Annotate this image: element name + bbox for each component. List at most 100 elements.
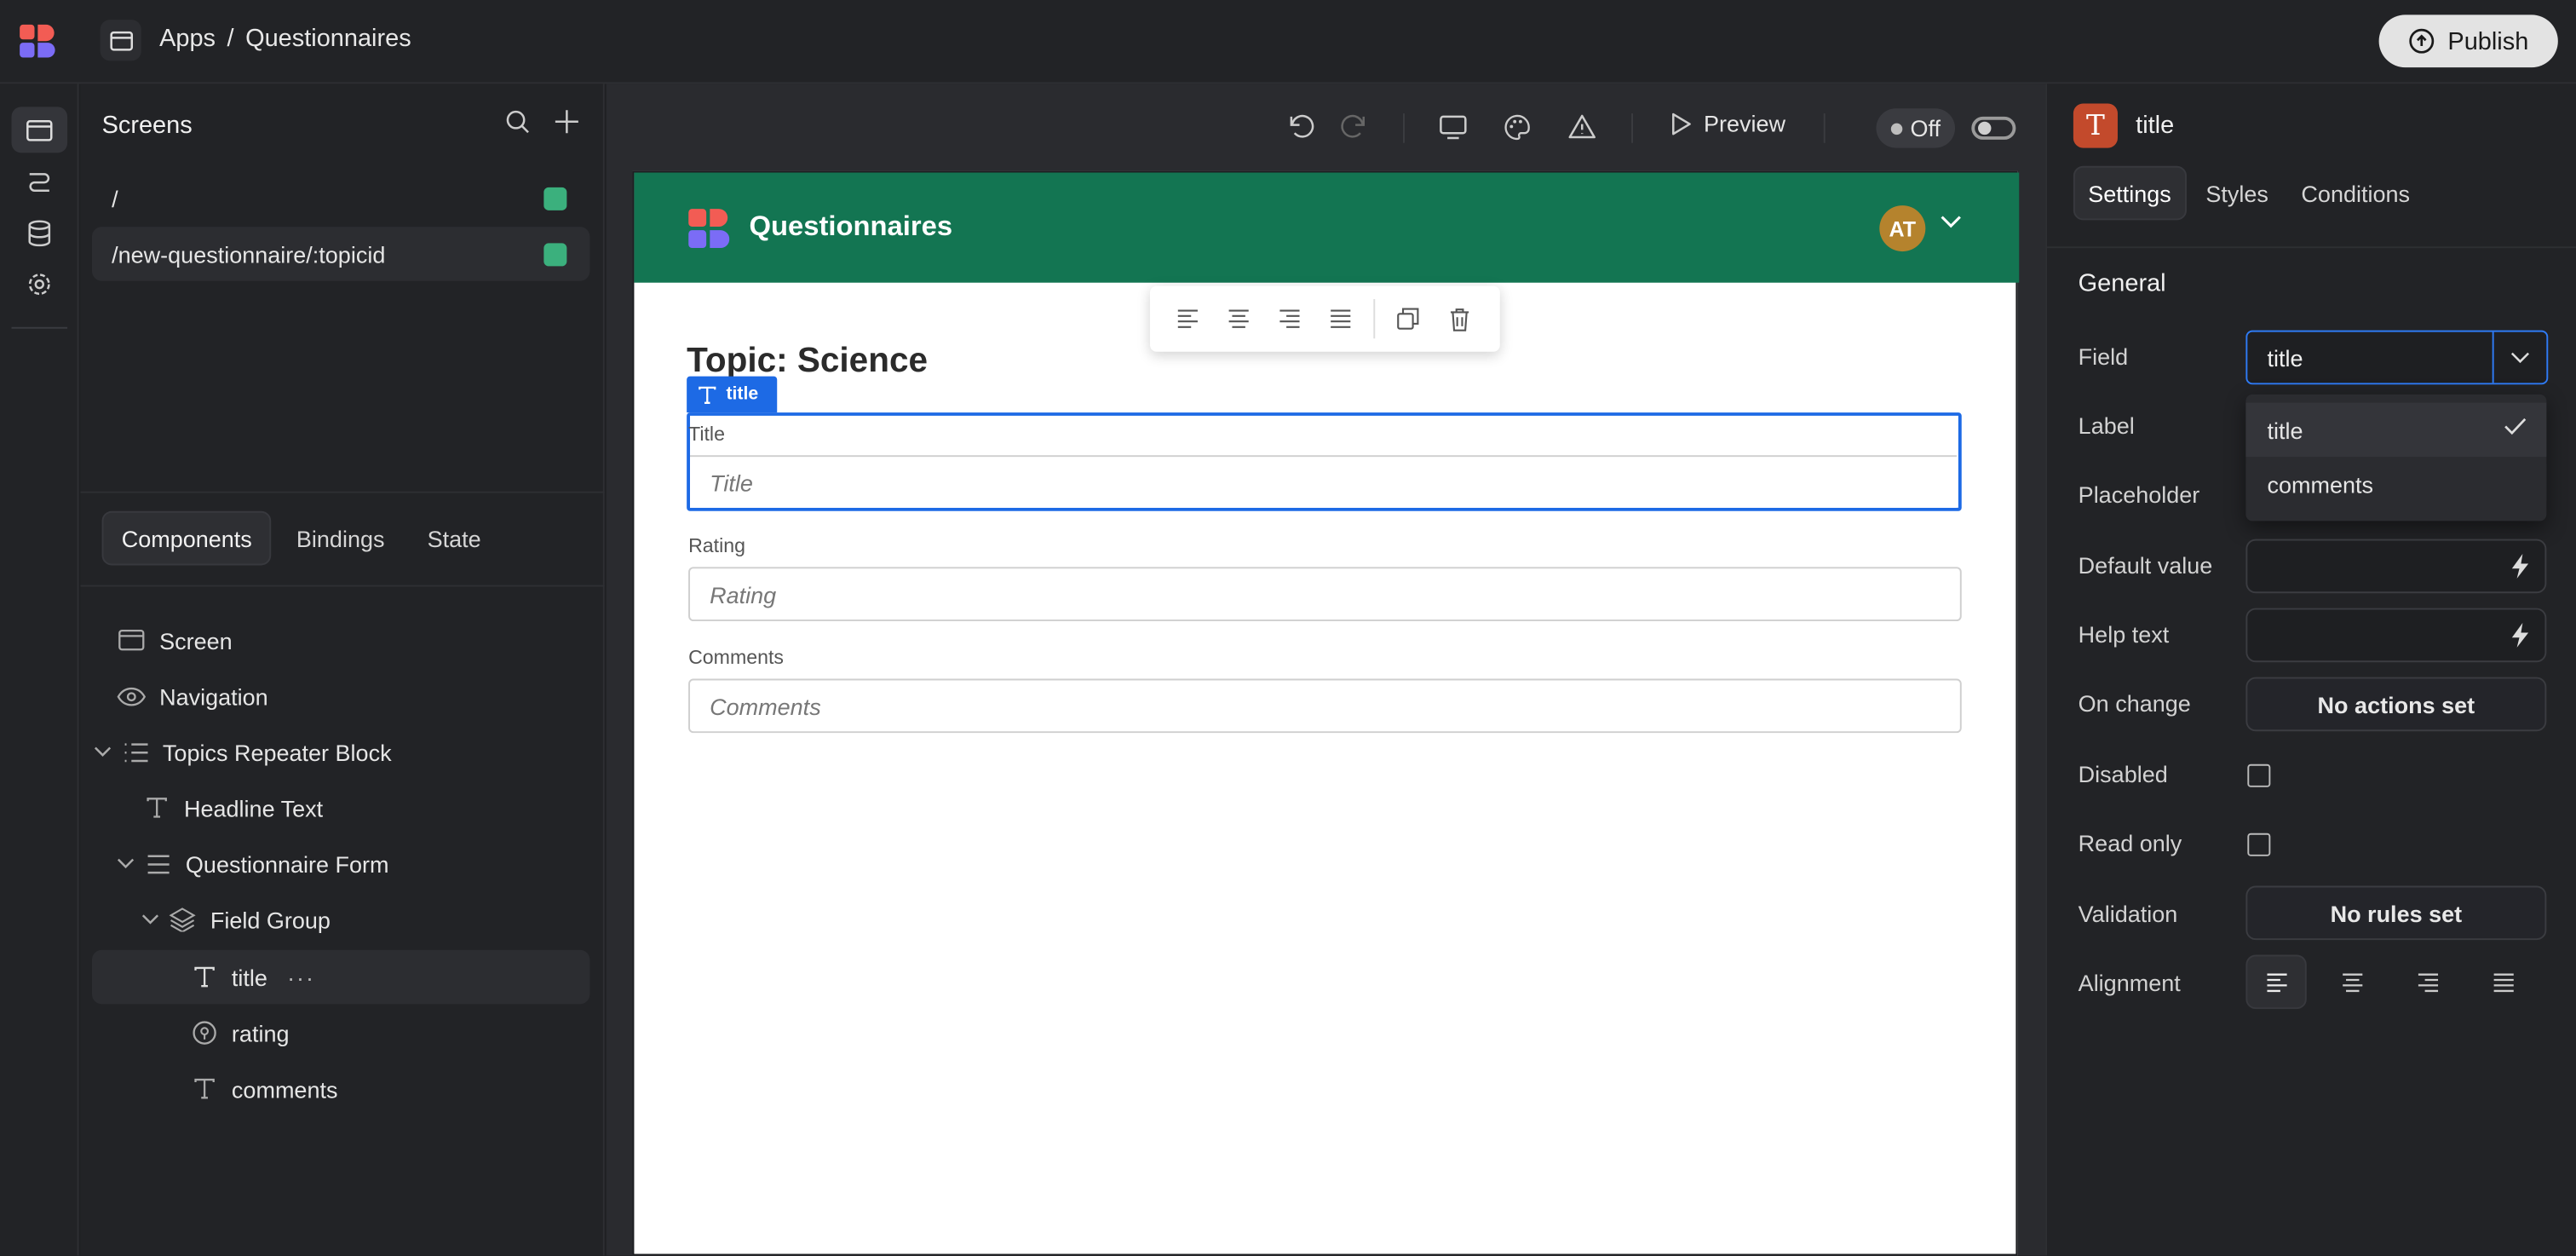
toolbar-divider bbox=[1823, 113, 1826, 143]
align-left-icon[interactable] bbox=[1173, 304, 1203, 334]
selected-component-tag[interactable]: title bbox=[687, 376, 778, 413]
tree-item-label: Headline Text bbox=[184, 794, 324, 821]
topic-heading: Topic: Science bbox=[687, 342, 928, 380]
route-new-questionnaire[interactable]: /new-questionnaire/:topicid bbox=[92, 227, 590, 281]
align-justify-icon[interactable] bbox=[1325, 304, 1355, 334]
align-right-button[interactable] bbox=[2397, 955, 2458, 1010]
help-text-label: Help text bbox=[2078, 621, 2170, 648]
help-text-input[interactable] bbox=[2245, 608, 2547, 663]
publish-button[interactable]: Publish bbox=[2378, 14, 2558, 68]
rail-data-button[interactable] bbox=[12, 210, 68, 256]
tab-bindings[interactable]: Bindings bbox=[279, 511, 403, 566]
comments-input[interactable]: Comments bbox=[688, 678, 1962, 734]
align-center-button[interactable] bbox=[2321, 955, 2382, 1010]
chevron-down-icon[interactable] bbox=[141, 909, 161, 929]
align-right-icon bbox=[2417, 972, 2438, 992]
align-justify-button[interactable] bbox=[2473, 955, 2533, 1010]
title-input[interactable]: Title bbox=[690, 455, 1957, 508]
align-right-icon[interactable] bbox=[1275, 304, 1305, 334]
tree-item-field-group[interactable]: Field Group bbox=[141, 892, 331, 947]
tree-item-label: Screen bbox=[159, 626, 233, 654]
left-panel: Screens / /new-questionnaire/:topicid Co… bbox=[80, 84, 605, 1256]
chevron-down-icon[interactable] bbox=[94, 742, 113, 762]
tab-styles[interactable]: Styles bbox=[2193, 166, 2281, 221]
preview-button[interactable]: Preview bbox=[1670, 110, 1785, 136]
status-pill[interactable]: Off bbox=[1876, 108, 1956, 148]
rating-field-label: Rating bbox=[688, 533, 745, 557]
title-field-label: Title bbox=[688, 422, 725, 446]
route-root[interactable]: / bbox=[92, 171, 589, 226]
component-name[interactable]: title bbox=[2136, 112, 2174, 140]
chevron-down-icon[interactable] bbox=[1941, 216, 1962, 228]
align-center-icon[interactable] bbox=[1224, 304, 1254, 334]
dropdown-option-comments[interactable]: comments bbox=[2245, 457, 2546, 511]
breadcrumb-apps[interactable]: Apps bbox=[159, 25, 216, 53]
rail-settings-button[interactable] bbox=[12, 262, 68, 308]
app-preview: Questionnaires AT Topic: Science title T… bbox=[632, 170, 2020, 1256]
tree-item-questionnaire-form[interactable]: Questionnaire Form bbox=[117, 837, 389, 891]
canvas-toolbar: Preview Off bbox=[607, 84, 2045, 169]
trash-icon[interactable] bbox=[1444, 304, 1474, 334]
app-logo-icon[interactable] bbox=[18, 21, 57, 60]
redo-icon[interactable] bbox=[1337, 112, 1367, 141]
avatar[interactable]: AT bbox=[1879, 205, 1926, 252]
rating-input[interactable]: Rating bbox=[688, 567, 1962, 622]
palette-icon[interactable] bbox=[1502, 112, 1532, 141]
tree-item-navigation[interactable]: Navigation bbox=[117, 669, 268, 723]
field-dropdown: title comments bbox=[2245, 394, 2547, 521]
mode-toggle[interactable] bbox=[1971, 116, 2016, 140]
route-icon bbox=[29, 173, 50, 192]
placeholder-label: Placeholder bbox=[2078, 481, 2200, 508]
duplicate-icon[interactable] bbox=[1393, 304, 1423, 334]
tree-item-topics-repeater[interactable]: Topics Repeater Block bbox=[94, 725, 392, 780]
tree-item-comments[interactable]: comments bbox=[189, 1062, 337, 1116]
upload-circle-icon bbox=[2409, 28, 2435, 54]
read-only-checkbox[interactable] bbox=[2247, 833, 2271, 856]
tree-item-headline-text[interactable]: Headline Text bbox=[141, 781, 323, 835]
tree-item-screen[interactable]: Screen bbox=[117, 613, 233, 667]
desktop-icon[interactable] bbox=[1438, 112, 1468, 141]
text-component-icon: T bbox=[2073, 103, 2118, 148]
tab-components[interactable]: Components bbox=[101, 510, 272, 566]
search-icon[interactable] bbox=[504, 108, 531, 135]
tab-state[interactable]: State bbox=[409, 511, 499, 566]
dropdown-option-title[interactable]: title bbox=[2245, 402, 2547, 458]
panel-divider bbox=[80, 585, 605, 587]
alignment-group bbox=[2245, 954, 2548, 1010]
bolt-icon[interactable] bbox=[2510, 552, 2530, 580]
toolbar-divider bbox=[1373, 299, 1376, 339]
field-select[interactable]: title bbox=[2245, 330, 2549, 385]
route-path: /new-questionnaire/:topicid bbox=[112, 240, 386, 268]
tree-item-rating[interactable]: rating bbox=[189, 1005, 289, 1060]
tab-settings[interactable]: Settings bbox=[2073, 165, 2187, 221]
tree-item-label: Topics Repeater Block bbox=[162, 738, 392, 765]
tab-conditions[interactable]: Conditions bbox=[2288, 166, 2423, 221]
layout-toggle-button[interactable] bbox=[100, 20, 141, 61]
disabled-checkbox[interactable] bbox=[2247, 763, 2271, 787]
tree-item-title[interactable]: title ··· bbox=[92, 949, 590, 1005]
breadcrumb-questionnaires[interactable]: Questionnaires bbox=[245, 25, 411, 53]
default-value-input[interactable] bbox=[2245, 539, 2547, 594]
check-icon bbox=[2504, 418, 2527, 435]
add-icon[interactable] bbox=[554, 108, 580, 135]
option-label: comments bbox=[2267, 470, 2374, 498]
comments-field-label: Comments bbox=[688, 645, 784, 669]
on-change-button[interactable]: No actions set bbox=[2245, 677, 2547, 732]
validation-button[interactable]: No rules set bbox=[2245, 885, 2547, 941]
rail-automation-button[interactable] bbox=[12, 159, 68, 205]
align-left-button[interactable] bbox=[2245, 954, 2307, 1010]
default-value-label: Default value bbox=[2078, 552, 2213, 579]
rail-screens-button[interactable] bbox=[11, 107, 68, 153]
preview-label: Preview bbox=[1703, 110, 1785, 137]
undo-icon[interactable] bbox=[1286, 112, 1316, 141]
app-header[interactable]: Questionnaires AT bbox=[634, 172, 2020, 283]
text-icon bbox=[141, 793, 171, 823]
window-icon bbox=[109, 30, 133, 50]
more-options-icon[interactable]: ··· bbox=[287, 964, 315, 990]
chevron-down-icon[interactable] bbox=[2492, 331, 2547, 383]
read-only-label: Read only bbox=[2078, 829, 2182, 856]
align-justify-icon bbox=[2493, 972, 2513, 992]
warning-icon[interactable] bbox=[1567, 112, 1597, 141]
chevron-down-icon[interactable] bbox=[117, 854, 136, 873]
bolt-icon[interactable] bbox=[2510, 621, 2530, 649]
